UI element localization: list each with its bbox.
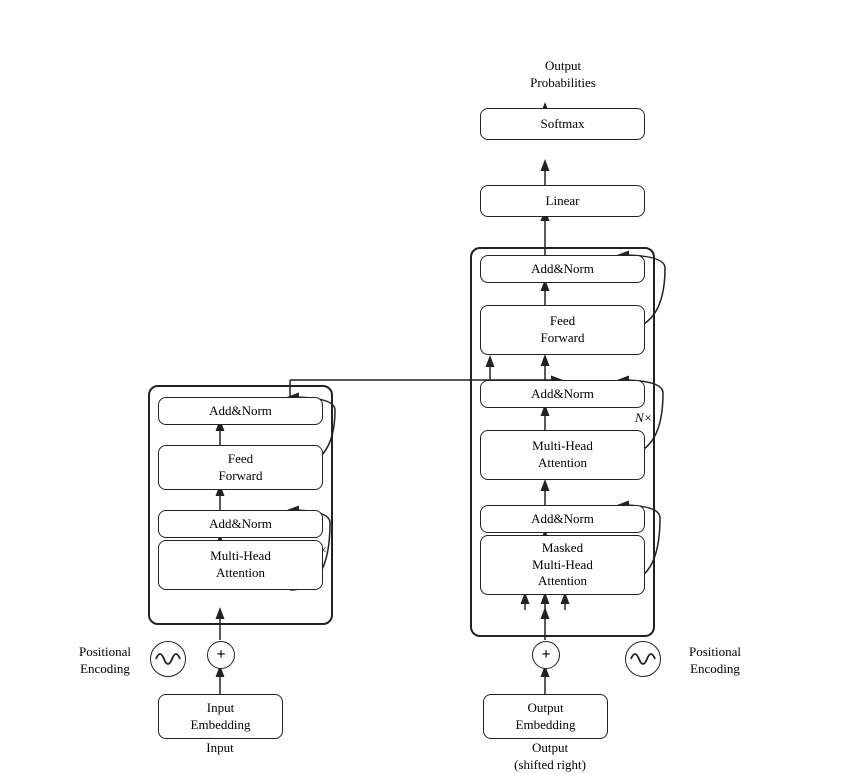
decoder-add-norm-2: Add&Norm	[480, 380, 645, 408]
decoder-cross-multi-head-attention: Multi-HeadAttention	[480, 430, 645, 480]
encoder-feed-forward: FeedForward	[158, 445, 323, 490]
decoder-softmax: Softmax	[480, 108, 645, 140]
decoder-positional-encoding-symbol	[625, 641, 661, 677]
decoder-add-norm-1: Add&Norm	[480, 505, 645, 533]
encoder-input-label: Input	[185, 740, 255, 757]
decoder-output-shifted-label: Output(shifted right)	[490, 740, 610, 774]
decoder-positional-encoding-label: PositionalEncoding	[665, 644, 765, 678]
encoder-positional-encoding-label: PositionalEncoding	[60, 644, 150, 678]
encoder-input-embedding: InputEmbedding	[158, 694, 283, 739]
output-probabilities-label: OutputProbabilities	[498, 58, 628, 92]
decoder-plus-circle: +	[532, 641, 560, 669]
decoder-linear: Linear	[480, 185, 645, 217]
encoder-add-norm-1: Add&Norm	[158, 510, 323, 538]
encoder-positional-encoding-symbol	[150, 641, 186, 677]
encoder-multi-head-attention: Multi-HeadAttention	[158, 540, 323, 590]
decoder-add-norm-3: Add&Norm	[480, 255, 645, 283]
decoder-nx-label: N×	[635, 410, 652, 426]
decoder-feed-forward: FeedForward	[480, 305, 645, 355]
transformer-diagram: N× FeedForward Add&Norm Add&Norm Multi-H…	[0, 0, 850, 765]
encoder-add-norm-2: Add&Norm	[158, 397, 323, 425]
decoder-masked-attention: MaskedMulti-HeadAttention	[480, 535, 645, 595]
decoder-output-embedding: OutputEmbedding	[483, 694, 608, 739]
encoder-plus-circle: +	[207, 641, 235, 669]
